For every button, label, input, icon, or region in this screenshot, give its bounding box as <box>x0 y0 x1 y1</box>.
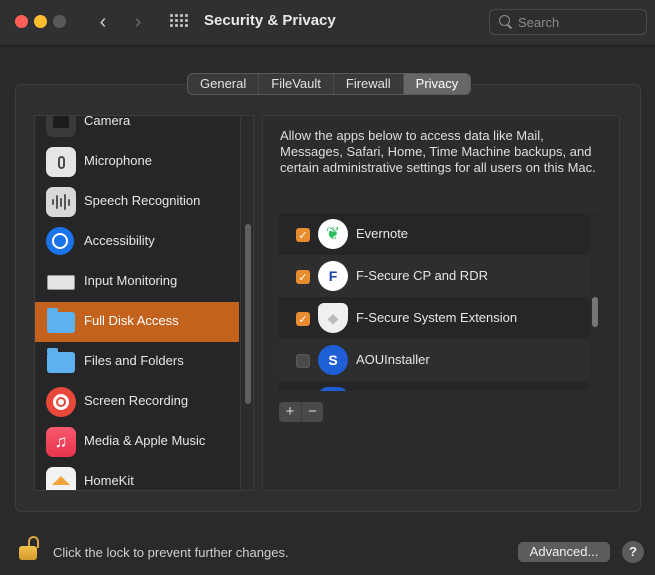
show-all-grid-icon[interactable] <box>170 14 188 30</box>
lock-status-text: Click the lock to prevent further change… <box>53 545 289 560</box>
tab-filevault[interactable]: FileVault <box>259 74 334 94</box>
sidebar-item-speech-recognition[interactable]: Speech Recognition <box>35 182 239 222</box>
sidebar-item-label: Full Disk Access <box>84 313 179 328</box>
sidebar-item-label: Camera <box>84 115 131 128</box>
sidebar-item-screen-recording[interactable]: Screen Recording <box>35 382 239 422</box>
keyboard-icon <box>46 267 76 297</box>
sidebar-item-label: Accessibility <box>84 233 155 248</box>
music-icon: ♫ <box>46 427 76 457</box>
accessibility-icon <box>46 227 74 255</box>
close-window-button[interactable] <box>15 15 28 28</box>
home-icon <box>46 467 76 490</box>
tab-firewall[interactable]: Firewall <box>334 74 404 94</box>
add-remove-control: + − <box>279 402 323 422</box>
speech-recognition-icon <box>46 187 76 217</box>
add-app-button[interactable]: + <box>279 402 301 422</box>
sidebar-item-label: Speech Recognition <box>84 193 201 208</box>
sidebar-scrollbar-thumb[interactable] <box>245 224 251 404</box>
sidebar-item-label: Screen Recording <box>84 393 189 408</box>
app-checkbox[interactable]: ✓ <box>296 228 310 242</box>
sidebar-item-label: Input Monitoring <box>84 273 178 288</box>
advanced-button[interactable]: Advanced... <box>518 542 610 562</box>
zoom-window-button[interactable] <box>53 15 66 28</box>
app-name: F-Secure System Extension <box>356 310 518 325</box>
minimize-window-button[interactable] <box>34 15 47 28</box>
aou-installer-icon: S <box>318 345 348 375</box>
search-icon <box>499 15 512 28</box>
app-row-aou-installer[interactable]: S AOUInstaller <box>279 339 589 381</box>
app-checkbox[interactable] <box>296 354 310 368</box>
sidebar-item-input-monitoring[interactable]: Input Monitoring <box>35 262 239 302</box>
lock-icon[interactable] <box>19 536 41 562</box>
sidebar-item-accessibility[interactable]: Accessibility <box>35 222 239 262</box>
app-checkbox[interactable]: ✓ <box>296 312 310 326</box>
title-bar: ‹ › Security & Privacy <box>0 0 655 46</box>
search-field[interactable] <box>489 9 647 35</box>
screen-recording-icon <box>46 387 76 417</box>
help-button[interactable]: ? <box>622 541 644 563</box>
app-checkbox[interactable]: ✓ <box>296 270 310 284</box>
sidebar-item-label: Media & Apple Music <box>84 433 206 448</box>
folder-icon <box>46 307 76 337</box>
app-name: AOUInstaller <box>356 352 430 367</box>
sidebar-item-label: Files and Folders <box>84 353 184 368</box>
f-secure-extension-icon: ◆ <box>318 303 348 333</box>
tab-privacy[interactable]: Privacy <box>403 74 471 94</box>
tab-general[interactable]: General <box>188 74 260 94</box>
aou-installer-icon <box>318 387 348 391</box>
forward-chevron-icon[interactable]: › <box>127 11 149 33</box>
sidebar-item-label: Microphone <box>84 153 152 168</box>
folder-icon <box>46 347 76 377</box>
app-row-f-secure-cp[interactable]: ✓ F F-Secure CP and RDR <box>279 255 589 297</box>
privacy-category-list: Camera Microphone Speech Recognition Acc… <box>34 115 254 491</box>
f-secure-icon: F <box>318 261 348 291</box>
sidebar-item-media-apple-music[interactable]: ♫ Media & Apple Music <box>35 422 239 462</box>
sidebar-item-label: HomeKit <box>84 473 134 488</box>
camera-icon <box>46 116 76 137</box>
app-row-f-secure-extension[interactable]: ✓ ◆ F-Secure System Extension <box>279 297 589 339</box>
sidebar-item-full-disk-access[interactable]: Full Disk Access <box>35 302 239 342</box>
app-list-scrollbar[interactable] <box>589 213 602 391</box>
app-row-evernote[interactable]: ✓ ❦ Evernote <box>279 213 589 255</box>
app-name: Evernote <box>356 226 409 241</box>
sidebar-item-homekit[interactable]: HomeKit <box>35 462 239 490</box>
sidebar-scrollbar[interactable] <box>240 116 253 490</box>
evernote-icon: ❦ <box>318 219 348 249</box>
app-name: F-Secure CP and RDR <box>356 268 488 283</box>
sidebar-item-files-and-folders[interactable]: Files and Folders <box>35 342 239 382</box>
access-description: Allow the apps below to access data like… <box>280 128 596 175</box>
tab-bar: General FileVault Firewall Privacy <box>187 73 472 95</box>
sidebar-item-microphone[interactable]: Microphone <box>35 142 239 182</box>
search-input[interactable] <box>518 13 638 31</box>
app-list-scrollbar-thumb[interactable] <box>592 297 598 327</box>
microphone-icon <box>46 147 76 177</box>
app-list: ✓ ❦ Evernote ✓ F F-Secure CP and RDR ✓ ◆… <box>279 213 602 391</box>
window-title: Security & Privacy <box>204 12 336 29</box>
remove-app-button[interactable]: − <box>301 402 323 422</box>
sidebar-item-camera[interactable]: Camera <box>35 115 239 142</box>
back-chevron-icon[interactable]: ‹ <box>92 11 114 33</box>
